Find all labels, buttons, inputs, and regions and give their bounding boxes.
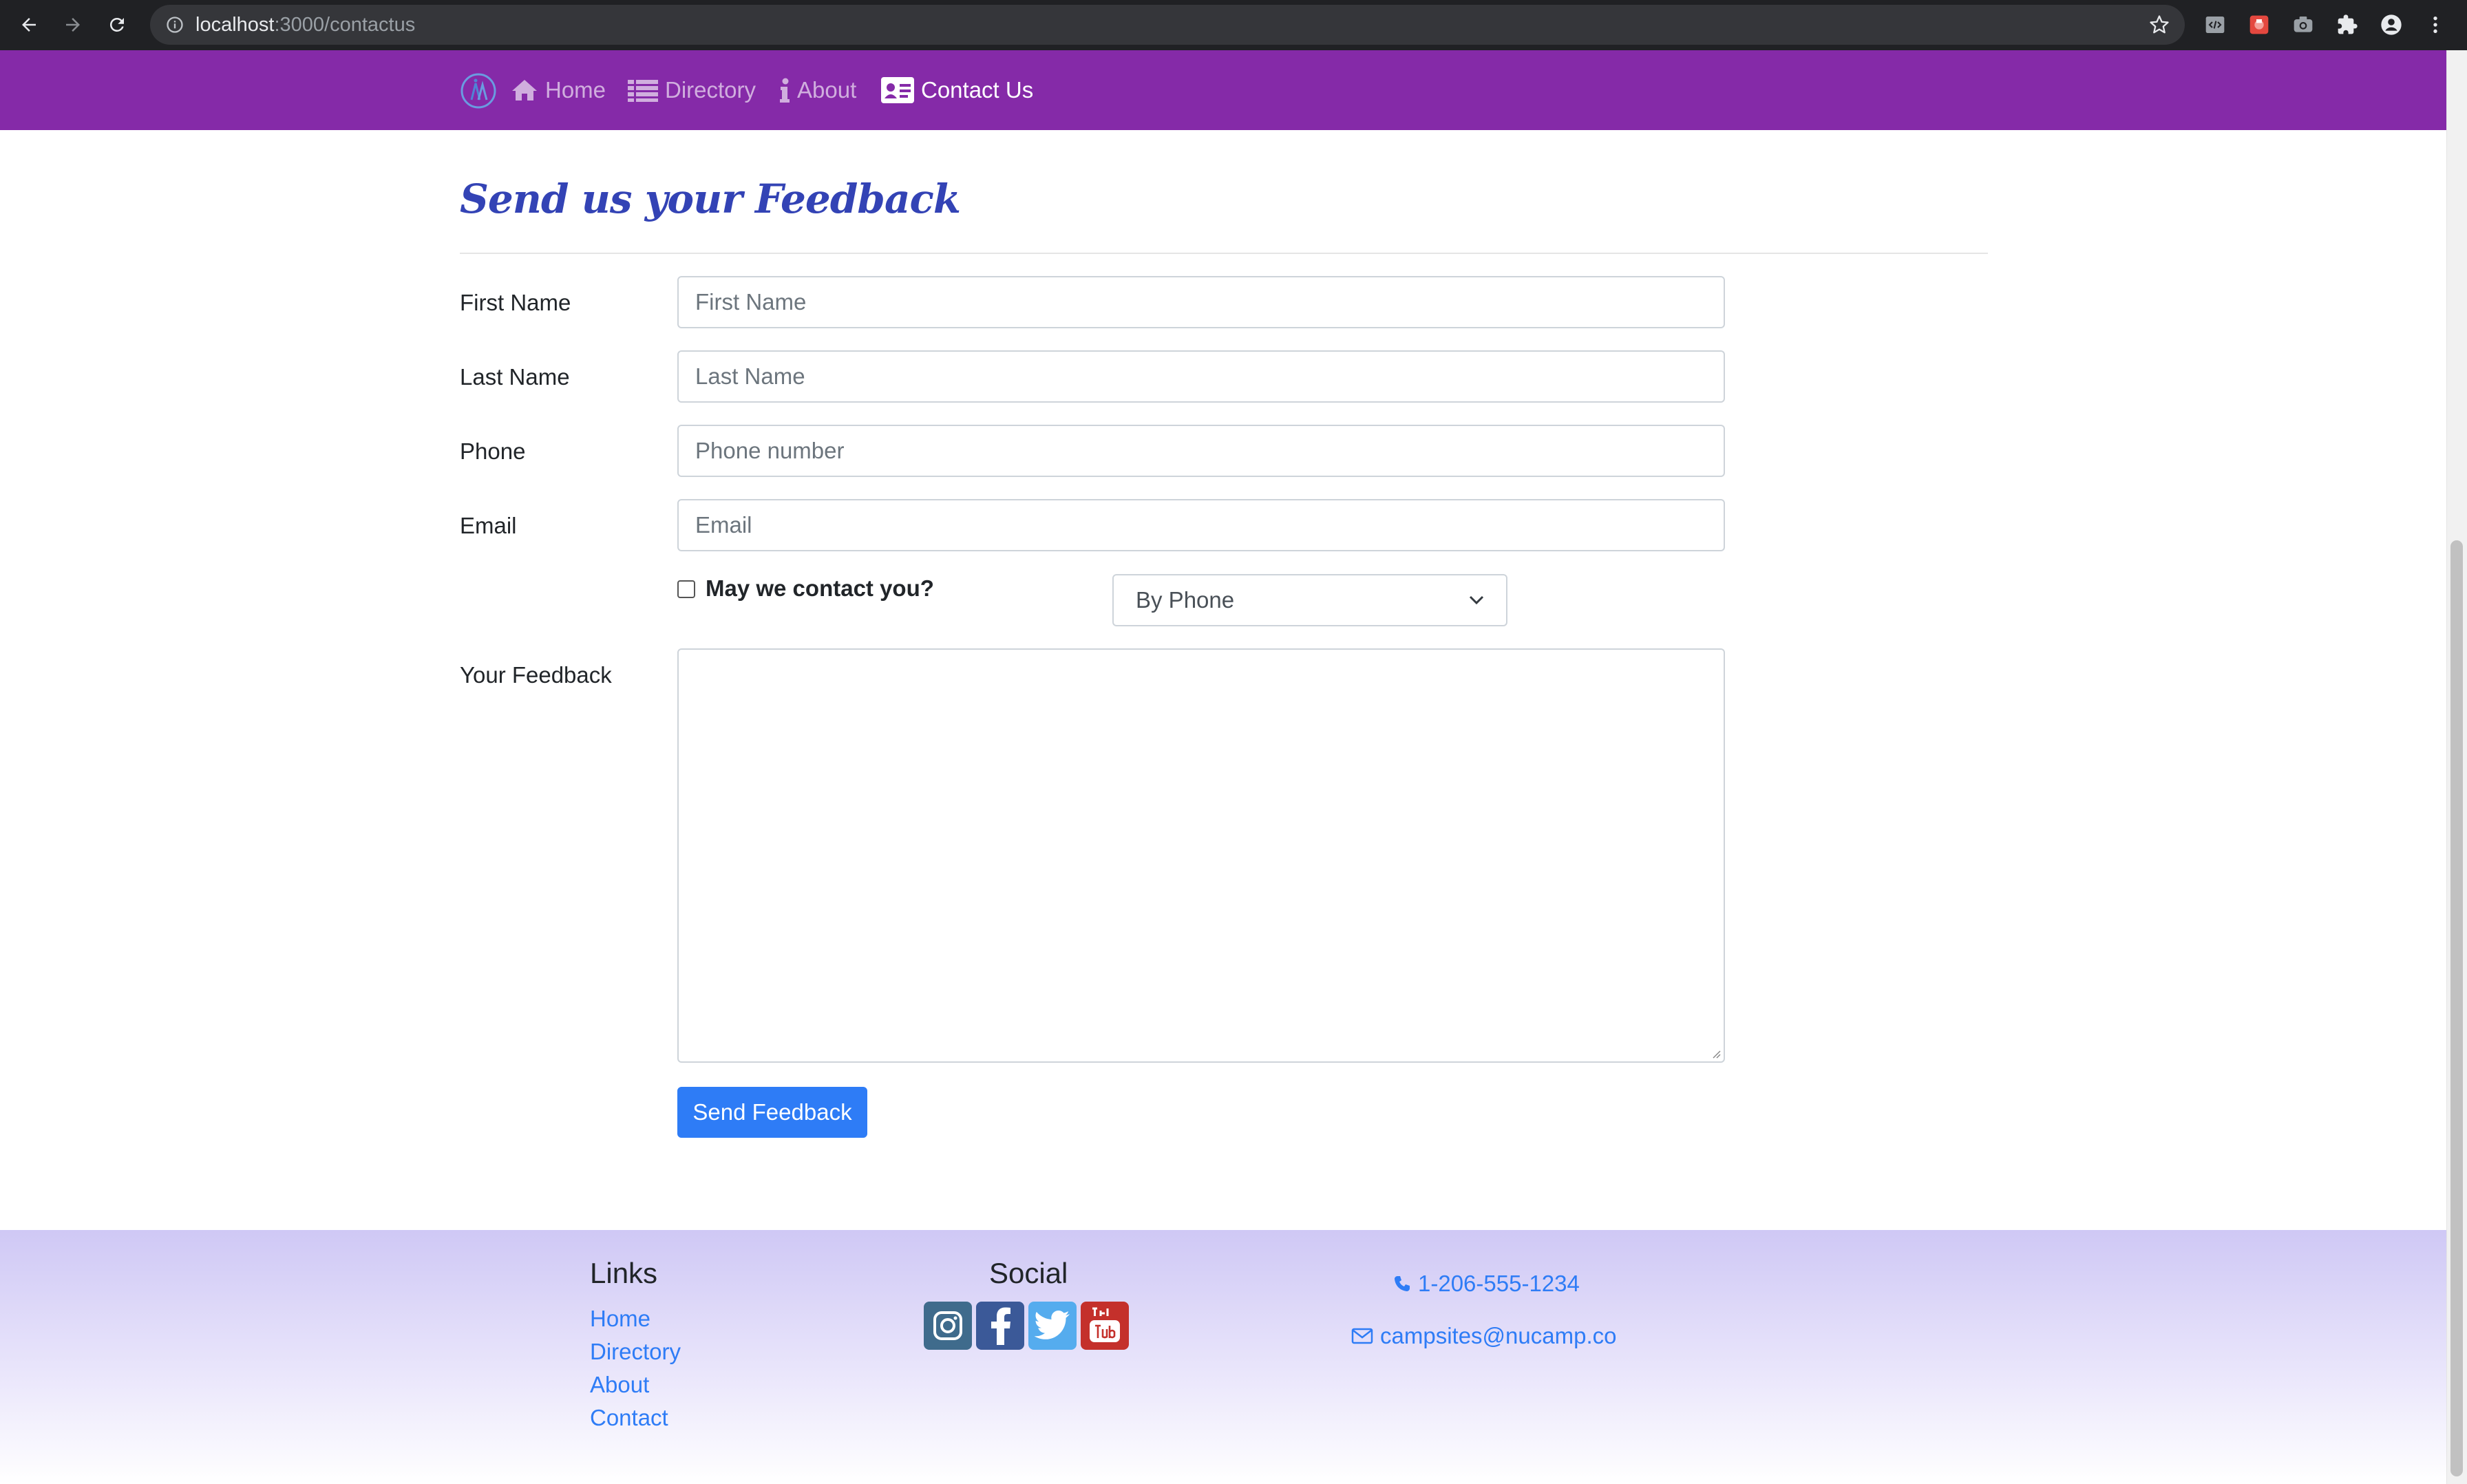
- nav-label-home: Home: [545, 77, 606, 103]
- reload-icon: [109, 17, 124, 32]
- contact-checkbox[interactable]: [677, 580, 695, 598]
- forward-button[interactable]: [58, 10, 88, 40]
- contact-method-select[interactable]: By Phone: [1112, 574, 1507, 626]
- email-input[interactable]: [677, 499, 1725, 551]
- chevron-down-icon: [1469, 595, 1484, 605]
- extensions-menu-button[interactable]: [2332, 10, 2362, 40]
- phone-input[interactable]: [677, 425, 1725, 477]
- site-navbar: Home Directory About Contact Us: [0, 50, 2446, 130]
- camera-icon: [2294, 17, 2313, 32]
- phone-label: Phone: [460, 438, 526, 464]
- profile-button[interactable]: [2376, 10, 2406, 40]
- envelope-icon: [1351, 1328, 1373, 1344]
- nucamp-logo-icon[interactable]: [460, 72, 497, 109]
- instagram-icon: [933, 1311, 962, 1340]
- browser-toolbar: localhost:3000/contactus: [0, 0, 2467, 50]
- puzzle-icon: [2338, 14, 2358, 34]
- page-scrollbar-thumb[interactable]: [2450, 540, 2463, 1476]
- home-icon: [512, 80, 537, 100]
- footer-phone-text: 1-206-555-1234: [1418, 1271, 1580, 1296]
- footer-link-home[interactable]: Home: [590, 1306, 650, 1332]
- info-icon: [780, 78, 790, 103]
- youtube-icon: [1090, 1307, 1120, 1342]
- facebook-icon: [991, 1307, 1010, 1345]
- arrow-right-icon: [66, 18, 80, 32]
- last-name-label: Last Name: [460, 364, 570, 390]
- code-extension-icon: [2205, 17, 2225, 33]
- footer-phone-link[interactable]: 1-206-555-1234: [1393, 1271, 1580, 1297]
- first-name-label: First Name: [460, 290, 571, 315]
- send-feedback-button[interactable]: Send Feedback: [677, 1087, 867, 1138]
- phone-icon: [1395, 1276, 1410, 1291]
- nav-item-directory[interactable]: Directory: [628, 76, 756, 104]
- nav-item-contact-us[interactable]: Contact Us: [881, 76, 1033, 104]
- footer-link-contact[interactable]: Contact: [590, 1405, 668, 1431]
- facebook-button[interactable]: [976, 1302, 1024, 1350]
- email-label: Email: [460, 513, 517, 538]
- screenshot-extension-button[interactable]: [2288, 10, 2318, 40]
- nav-label-directory: Directory: [665, 77, 756, 103]
- footer-email-text: campsites@nucamp.co: [1380, 1323, 1617, 1348]
- last-name-input[interactable]: [677, 350, 1725, 403]
- title-divider: [460, 253, 1988, 254]
- reload-button[interactable]: [102, 10, 132, 40]
- footer-social-heading: Social: [989, 1257, 1068, 1289]
- footer-email-link[interactable]: campsites@nucamp.co: [1351, 1323, 1616, 1349]
- list-icon: [628, 80, 658, 102]
- footer-links-heading: Links: [590, 1257, 658, 1289]
- nav-label-about: About: [797, 77, 857, 103]
- twitter-icon: [1034, 1311, 1070, 1339]
- footer-link-directory[interactable]: Directory: [590, 1339, 681, 1365]
- extension-button-2[interactable]: [2244, 10, 2274, 40]
- contact-checkbox-label[interactable]: May we contact you?: [706, 575, 934, 602]
- nav-label-contact-us: Contact Us: [921, 77, 1034, 103]
- bookmark-star-icon[interactable]: [2149, 14, 2170, 35]
- contact-method-value: By Phone: [1136, 587, 1235, 613]
- feedback-label: Your Feedback: [460, 662, 612, 688]
- red-extension-icon: [2249, 15, 2269, 34]
- nav-item-home[interactable]: Home: [511, 76, 606, 104]
- site-footer: [0, 1230, 2446, 1484]
- url-text: localhost:3000/contactus: [195, 14, 416, 36]
- browser-menu-button[interactable]: [2420, 10, 2450, 40]
- footer-link-about[interactable]: About: [590, 1372, 649, 1398]
- page-title: Send us your Feedback: [460, 176, 961, 222]
- info-circle-icon[interactable]: [165, 15, 184, 34]
- more-vertical-icon: [2433, 17, 2437, 33]
- devtools-extension-button[interactable]: [2200, 10, 2230, 40]
- first-name-input[interactable]: [677, 276, 1725, 328]
- back-button[interactable]: [14, 10, 44, 40]
- feedback-textarea[interactable]: [677, 648, 1725, 1063]
- resize-grip-icon[interactable]: [1710, 1048, 1721, 1059]
- address-bar[interactable]: localhost:3000/contactus: [150, 5, 2185, 45]
- instagram-button[interactable]: [924, 1302, 972, 1350]
- nav-item-about[interactable]: About: [779, 76, 856, 104]
- address-card-icon: [881, 77, 914, 103]
- arrow-left-icon: [22, 18, 36, 32]
- youtube-button[interactable]: [1081, 1302, 1129, 1350]
- person-icon: [2381, 14, 2402, 35]
- twitter-button[interactable]: [1028, 1302, 1077, 1350]
